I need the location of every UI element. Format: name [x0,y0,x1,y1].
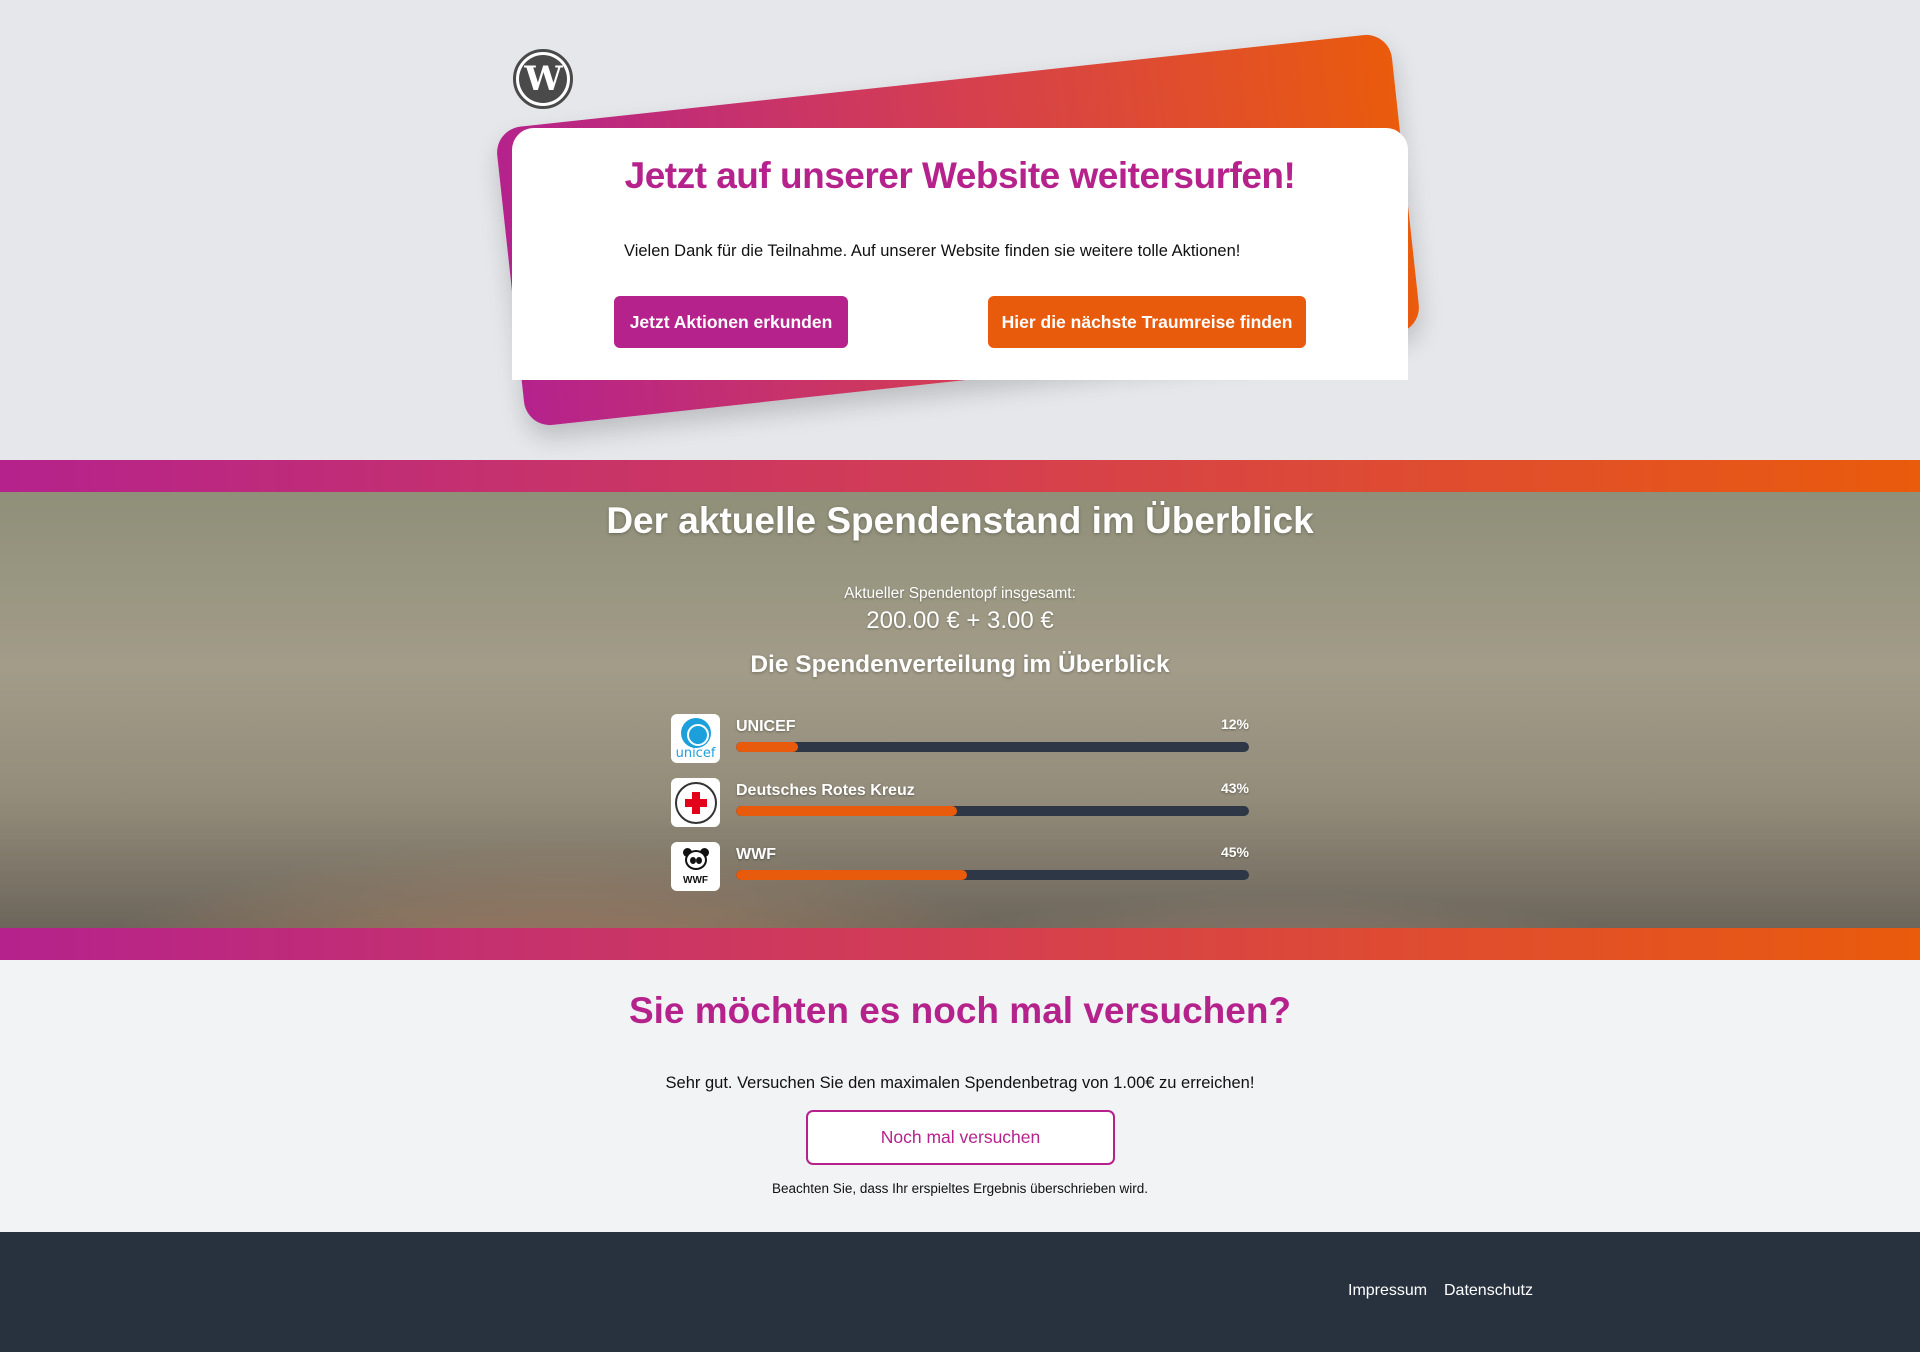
wwf-panda-logo-icon: WWF [671,842,720,891]
org-percent: 45% [1220,844,1249,860]
gradient-band-bottom [0,928,1920,960]
donation-total-label: Aktueller Spendentopf insgesamt: [844,585,1076,602]
unicef-logo-icon: unicef [671,714,720,763]
org-name: WWF [736,846,776,863]
unicef-globe-icon [680,718,711,748]
progress-fill [736,806,957,816]
find-travel-button[interactable]: Hier die nächste Traumreise finden [988,296,1306,348]
org-name: UNICEF [736,718,796,735]
hero-section: W Jetzt auf unserer Website weitersurfen… [0,0,1920,460]
page-title: Jetzt auf unserer Website weitersurfen! [624,155,1296,196]
progress-track [736,806,1249,816]
retry-text: Sehr gut. Versuchen Sie den maximalen Sp… [665,1074,1255,1092]
org-percent: 43% [1220,780,1249,796]
progress-track [736,870,1249,880]
progress-fill [736,742,798,752]
donation-title: Der aktuelle Spendenstand im Überblick [606,500,1314,541]
footer-link-impressum[interactable]: Impressum [1348,1282,1427,1300]
retry-note: Beachten Sie, dass Ihr erspieltes Ergebn… [772,1181,1148,1196]
wordpress-logo-icon[interactable]: W [513,49,573,109]
org-row-wwf: WWF WWF 45% [671,842,1249,892]
thank-you-text: Vielen Dank für die Teilnahme. Auf unser… [624,242,1241,260]
explore-actions-button[interactable]: Jetzt Aktionen erkunden [614,296,848,348]
org-name: Deutsches Rotes Kreuz [736,782,915,799]
wordpress-logo-glyph: W [519,55,567,103]
unicef-logo-text: unicef [675,746,716,761]
retry-button[interactable]: Noch mal versuchen [806,1110,1115,1165]
distribution-title: Die Spendenverteilung im Überblick [750,651,1170,678]
wwf-logo-text: WWF [683,874,708,886]
org-row-unicef: unicef UNICEF 12% [671,714,1249,764]
red-cross-ring [674,781,717,824]
red-cross-icon [684,791,707,814]
retry-title: Sie möchten es noch mal versuchen? [628,990,1292,1031]
progress-fill [736,870,967,880]
donation-total-value: 200.00 € + 3.00 € [866,607,1054,634]
gradient-band-top [0,460,1920,492]
footer-link-datenschutz[interactable]: Datenschutz [1444,1282,1533,1300]
progress-track [736,742,1249,752]
org-percent: 12% [1220,716,1249,732]
panda-icon [680,847,712,874]
org-row-drk: Deutsches Rotes Kreuz 43% [671,778,1249,828]
footer [0,1232,1920,1352]
red-cross-logo-icon [671,778,720,827]
